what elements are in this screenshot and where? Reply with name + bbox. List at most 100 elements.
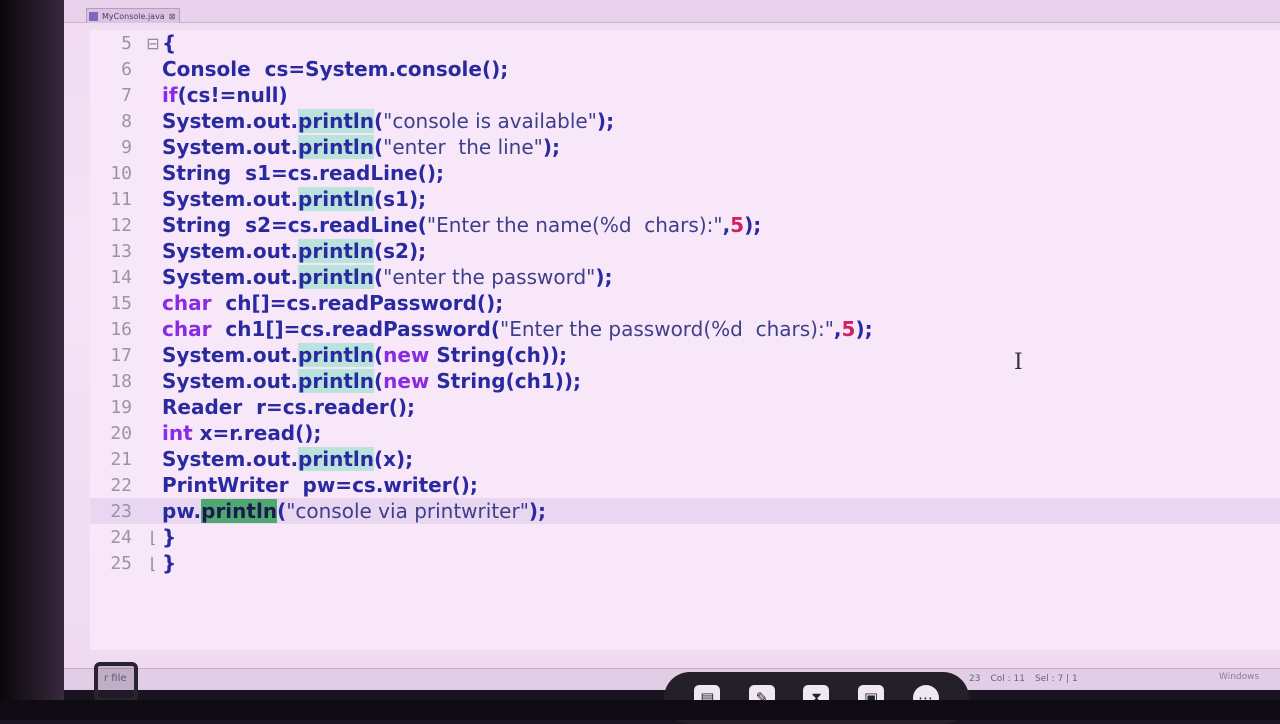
code-text: pw.println("console via printwriter");	[162, 499, 546, 523]
line-number: 22	[110, 474, 132, 496]
line-number: 10	[110, 162, 132, 184]
code-line[interactable]: 13 System.out.println(s2);	[90, 238, 1280, 264]
code-editor[interactable]: 5 ⊟{6 Console cs=System.console(); 7 if(cs!=…	[90, 30, 1280, 650]
code-text: int x=r.read();	[162, 421, 321, 445]
code-token: System.out.	[162, 369, 299, 393]
editor-tab-strip: MyConsole.java ⊠	[64, 0, 1280, 23]
code-line[interactable]: 5 ⊟{	[90, 30, 1280, 56]
code-token: "Enter the name(%d chars):"	[426, 213, 723, 237]
code-token: );	[855, 317, 873, 341]
line-number: 15	[110, 292, 132, 314]
code-text: System.out.println("enter the line");	[162, 135, 560, 159]
code-token: );	[596, 109, 615, 133]
fold-marker-icon[interactable]: ⌊	[144, 554, 162, 573]
code-text: System.out.println(s2);	[162, 239, 426, 263]
close-icon[interactable]: ⊠	[169, 12, 176, 21]
code-text: String s2=cs.readLine("Enter the name(%d…	[162, 213, 761, 237]
code-token: println	[298, 109, 374, 133]
code-token: );	[528, 499, 547, 523]
code-text: System.out.println(s1);	[162, 187, 426, 211]
code-token: println	[298, 447, 374, 471]
code-token: println	[298, 187, 374, 211]
code-token: String s1=cs.readLine();	[162, 161, 445, 185]
line-number: 19	[110, 396, 132, 418]
line-number: 9	[121, 136, 132, 158]
line-number: 17	[110, 344, 132, 366]
code-token: println	[298, 135, 374, 159]
status-col: Col : 11	[990, 674, 1025, 684]
monitor-bezel	[0, 0, 64, 720]
code-line[interactable]: 22 PrintWriter pw=cs.writer();	[90, 472, 1280, 498]
code-token: Reader r=cs.reader();	[162, 395, 416, 419]
code-token: String(ch));	[429, 343, 568, 367]
code-line[interactable]: 10 String s1=cs.readLine();	[90, 160, 1280, 186]
code-line[interactable]: 19 Reader r=cs.reader();	[90, 394, 1280, 420]
code-token: println	[298, 265, 374, 289]
code-token: );	[744, 213, 762, 237]
line-number: 24	[110, 526, 132, 548]
code-line[interactable]: 7 if(cs!=null)	[90, 82, 1280, 108]
code-token: }	[162, 525, 177, 549]
code-line[interactable]: 17 System.out.println(new String(ch));	[90, 342, 1280, 368]
code-token: (	[373, 343, 384, 367]
code-line[interactable]: 16 char ch1[]=cs.readPassword("Enter the …	[90, 316, 1280, 342]
code-line[interactable]: 12 String s2=cs.readLine("Enter the name(…	[90, 212, 1280, 238]
code-token: System.out.	[162, 265, 299, 289]
code-token: System.out.	[162, 343, 299, 367]
code-line[interactable]: 21 System.out.println(x);	[90, 446, 1280, 472]
line-number: 12	[110, 214, 132, 236]
line-number: 7	[121, 84, 132, 106]
status-sel: Sel : 7 | 1	[1034, 674, 1078, 684]
line-number: 5	[121, 32, 132, 54]
code-line[interactable]: 18 System.out.println(new String(ch1));	[90, 368, 1280, 394]
file-tab[interactable]: MyConsole.java ⊠	[86, 8, 181, 23]
code-token: {	[162, 31, 177, 55]
code-text: Console cs=System.console();	[162, 57, 508, 81]
code-text: Reader r=cs.reader();	[162, 395, 415, 419]
code-line[interactable]: 9 System.out.println("enter the line");	[90, 134, 1280, 160]
code-token: ,	[833, 317, 842, 341]
code-line[interactable]: 6 Console cs=System.console();	[90, 56, 1280, 82]
code-line[interactable]: 8 System.out.println("console is availabl…	[90, 108, 1280, 134]
code-token: pw.	[162, 499, 202, 523]
code-line[interactable]: 23 pw.println("console via printwriter");	[90, 498, 1280, 524]
code-token: "console is available"	[383, 109, 597, 133]
code-token: ch1[]=cs.readPassword(	[211, 317, 500, 341]
code-token: );	[542, 135, 561, 159]
code-token: PrintWriter pw=cs.writer();	[162, 473, 478, 497]
status-line-ending: Windows	[1219, 672, 1260, 682]
code-token: (cs!=null)	[177, 83, 288, 107]
code-line[interactable]: 11 System.out.println(s1);	[90, 186, 1280, 212]
code-line[interactable]: 14 System.out.println("enter the password…	[90, 264, 1280, 290]
code-token: System.out.	[162, 239, 299, 263]
code-text: System.out.println(new String(ch));	[162, 343, 567, 367]
code-text: {	[162, 31, 176, 55]
code-token: "enter the line"	[383, 135, 543, 159]
code-token: Console cs=System.console();	[162, 57, 509, 81]
line-number: 11	[110, 188, 132, 210]
fold-marker-icon[interactable]: ⌊	[144, 528, 162, 547]
line-number: 16	[110, 318, 132, 340]
code-text: }	[162, 551, 176, 575]
code-token: char	[162, 291, 212, 315]
overlay-square-button[interactable]	[94, 662, 138, 702]
code-token: println	[201, 499, 278, 523]
code-token: (	[373, 135, 384, 159]
java-file-icon	[89, 11, 98, 21]
code-token: (	[373, 265, 384, 289]
code-token: (	[277, 499, 287, 523]
line-number: 13	[110, 240, 132, 262]
line-number: 25	[110, 552, 132, 574]
code-line[interactable]: 15 char ch[]=cs.readPassword();	[90, 290, 1280, 316]
fold-marker-icon[interactable]: ⊟	[144, 34, 162, 53]
line-number: 23	[110, 500, 132, 522]
code-line[interactable]: 20 int x=r.read();	[90, 420, 1280, 446]
code-line[interactable]: 25 ⌊}	[90, 550, 1280, 576]
code-token: 5	[841, 317, 856, 341]
code-token: println	[298, 239, 374, 263]
code-token: x=r.read();	[192, 421, 322, 445]
text-cursor-icon: I	[1014, 350, 1023, 375]
code-line[interactable]: 24 ⌊}	[90, 524, 1280, 550]
taskbar	[0, 700, 1280, 720]
line-number: 21	[110, 448, 132, 470]
